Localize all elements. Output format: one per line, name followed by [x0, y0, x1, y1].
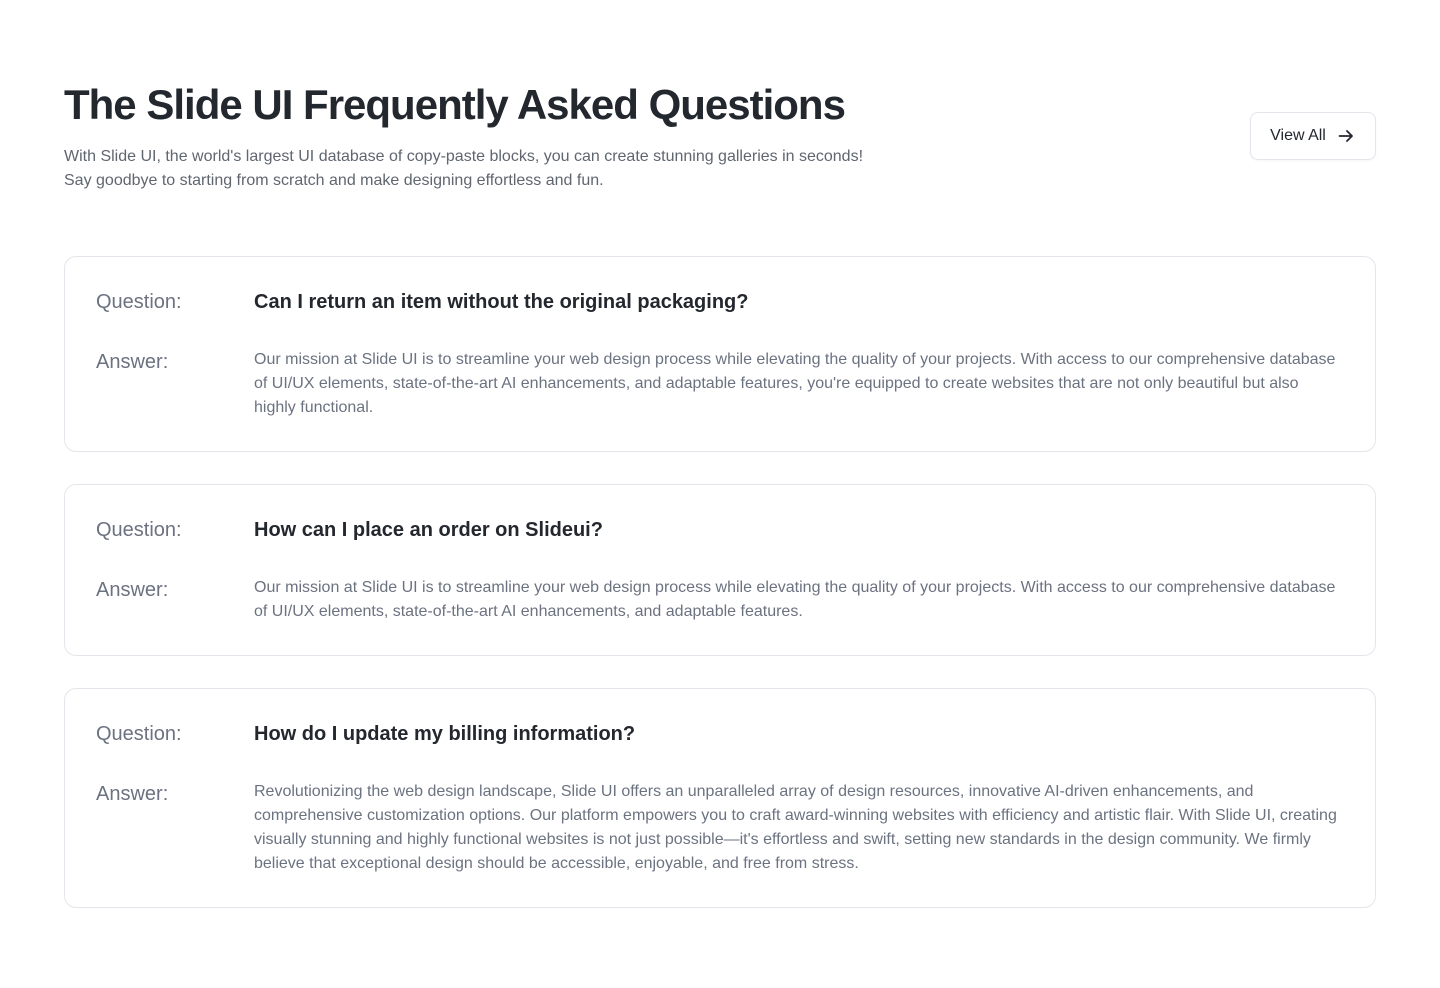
page-subtitle: With Slide UI, the world's largest UI da… — [64, 148, 864, 189]
question-text: How can I place an order on Slideui? — [254, 519, 603, 541]
page-title: The Slide UI Frequently Asked Questions — [64, 81, 846, 128]
view-all-label: View All — [1270, 127, 1326, 144]
faq-card: Question: Can I return an item without t… — [64, 256, 1376, 452]
question-row: Question: How do I update my billing inf… — [96, 719, 1344, 749]
answer-label: Answer: — [96, 579, 169, 601]
view-all-button[interactable]: View All — [1250, 112, 1376, 160]
question-label: Question: — [96, 723, 182, 745]
question-row: Question: How can I place an order on Sl… — [96, 515, 1344, 545]
answer-text: Our mission at Slide UI is to streamline… — [254, 351, 1336, 416]
answer-row: Answer: Our mission at Slide UI is to st… — [96, 347, 1344, 420]
answer-label: Answer: — [96, 351, 169, 373]
question-text: How do I update my billing information? — [254, 723, 636, 745]
answer-text: Our mission at Slide UI is to streamline… — [254, 579, 1336, 620]
question-row: Question: Can I return an item without t… — [96, 287, 1344, 317]
question-label: Question: — [96, 519, 182, 541]
answer-row: Answer: Revolutionizing the web design l… — [96, 779, 1344, 876]
question-label: Question: — [96, 291, 182, 313]
faq-header: The Slide UI Frequently Asked Questions … — [64, 0, 1376, 256]
faq-list: Question: Can I return an item without t… — [64, 256, 1376, 908]
answer-text: Revolutionizing the web design landscape… — [254, 783, 1337, 872]
faq-card: Question: How can I place an order on Sl… — [64, 484, 1376, 656]
arrow-right-icon — [1336, 126, 1356, 146]
answer-label: Answer: — [96, 783, 169, 805]
faq-page: The Slide UI Frequently Asked Questions … — [0, 0, 1440, 988]
question-text: Can I return an item without the origina… — [254, 291, 749, 313]
answer-row: Answer: Our mission at Slide UI is to st… — [96, 575, 1344, 624]
faq-card: Question: How do I update my billing inf… — [64, 688, 1376, 908]
